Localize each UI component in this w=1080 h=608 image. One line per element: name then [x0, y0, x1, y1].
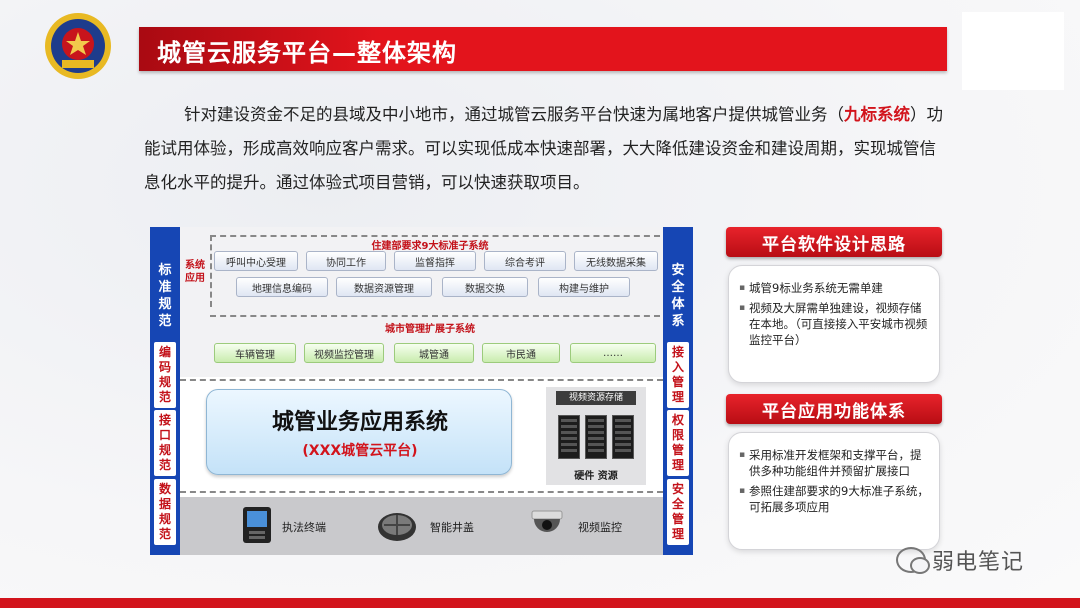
extension-shimintong: 市民通	[482, 343, 560, 363]
main-application-system: 城管业务应用系统 (XXX城管云平台)	[206, 389, 512, 475]
divider-line	[180, 379, 663, 381]
wechat-icon	[896, 547, 930, 574]
device-label-terminal: 执法终端	[282, 521, 326, 534]
main-system-subtitle: (XXX城管云平台)	[302, 443, 418, 459]
subsystem-supervision: 监督指挥	[394, 251, 476, 271]
extension-chengguantong: 城管通	[394, 343, 474, 363]
subsystem-data-exchange: 数据交换	[442, 277, 528, 297]
function-item: 参照住建部要求的9大标准子系统，可拓展多项应用	[739, 483, 929, 515]
subsystem-build-maintain: 构建与维护	[538, 277, 630, 297]
extension-subsystem-title: 城市管理扩展子系统	[385, 324, 475, 335]
emblem-icon	[45, 13, 111, 79]
extension-vehicle: 车辆管理	[214, 343, 296, 363]
extension-more: ……	[570, 343, 656, 363]
design-item: 城管9标业务系统无需单建	[739, 280, 929, 296]
left-label-interface: 接口规范	[154, 410, 176, 476]
subsystem-data-resource: 数据资源管理	[336, 277, 432, 297]
system-application-label: 系统应用	[185, 260, 205, 284]
page-title: 城管云服务平台—整体架构	[157, 39, 457, 67]
right-label-security-mgmt: 安全管理	[667, 479, 689, 545]
intro-text-part1: 针对建设资金不足的县域及中小地市，通过城管云服务平台快速为属地客户提供城管业务（	[184, 105, 844, 124]
design-panel-title: 平台软件设计思路	[726, 227, 942, 257]
storage-title: 视频资源存储	[556, 391, 636, 405]
left-label-standard: 标准规范	[158, 263, 172, 329]
law-terminal-icon	[243, 507, 271, 543]
system-application-area: 系统应用 住建部要求9大标准子系统 呼叫中心受理 协同工作 监督指挥 综合考评 …	[180, 227, 663, 377]
function-panel-title: 平台应用功能体系	[726, 394, 942, 424]
divider-line	[210, 315, 660, 317]
server-rack-icon	[558, 415, 580, 459]
subsystem-collaboration: 协同工作	[306, 251, 386, 271]
device-label-camera: 视频监控	[578, 521, 622, 534]
function-panel-box: 采用标准开发框架和支撑平台，提供多种功能组件并预留扩展接口 参照住建部要求的9大…	[728, 432, 940, 550]
bottom-accent-bar	[0, 598, 1080, 608]
dome-camera-icon	[531, 510, 563, 532]
design-item: 视频及大屏需单独建设，视频存储在本地。（可直接接入平安城市视频监控平台）	[739, 300, 929, 348]
subsystem-evaluation: 综合考评	[484, 251, 566, 271]
left-label-coding: 编码规范	[154, 342, 176, 408]
intro-paragraph: 针对建设资金不足的县域及中小地市，通过城管云服务平台快速为属地客户提供城管业务（…	[144, 98, 944, 200]
hardware-resource-area: 视频资源存储 硬件 资源	[546, 387, 646, 485]
standard-subsystem-title: 住建部要求9大标准子系统	[371, 241, 489, 252]
title-bar: 城管云服务平台—整体架构	[139, 27, 947, 71]
design-panel-box: 城管9标业务系统无需单建 视频及大屏需单独建设，视频存储在本地。（可直接接入平安…	[728, 265, 940, 383]
smart-manhole-icon	[378, 513, 416, 541]
device-layer: 执法终端 智能井盖 视频监控	[180, 497, 663, 555]
intro-highlight: 九标系统	[844, 105, 910, 124]
left-label-data: 数据规范	[154, 479, 176, 545]
standards-column: 标准规范 编码规范 接口规范 数据规范	[150, 227, 180, 555]
device-label-manhole: 智能井盖	[430, 521, 474, 534]
server-rack-icon	[612, 415, 634, 459]
corner-blank-area	[962, 12, 1064, 90]
subsystem-wireless-collection: 无线数据采集	[574, 251, 658, 271]
security-column: 安全体系 接入管理 权限管理 安全管理	[663, 227, 693, 555]
subsystem-geo-coding: 地理信息编码	[236, 277, 328, 297]
diagram-center: 系统应用 住建部要求9大标准子系统 呼叫中心受理 协同工作 监督指挥 综合考评 …	[180, 227, 663, 555]
subsystem-call-center: 呼叫中心受理	[214, 251, 298, 271]
right-label-security-system: 安全体系	[671, 263, 685, 329]
hardware-caption: 硬件 资源	[574, 471, 618, 482]
server-rack-icon	[585, 415, 607, 459]
right-label-access: 接入管理	[667, 342, 689, 408]
watermark-text: 弱电笔记	[932, 550, 1025, 575]
divider-line	[180, 491, 663, 493]
architecture-diagram: 标准规范 编码规范 接口规范 数据规范 系统应用 住建部要求9大标准子系统 呼叫…	[150, 227, 693, 555]
watermark: 弱电笔记	[896, 544, 1024, 576]
right-label-permission: 权限管理	[667, 410, 689, 476]
extension-video-monitor: 视频监控管理	[304, 343, 384, 363]
function-item: 采用标准开发框架和支撑平台，提供多种功能组件并预留扩展接口	[739, 447, 929, 479]
main-system-title: 城管业务应用系统	[271, 410, 448, 435]
